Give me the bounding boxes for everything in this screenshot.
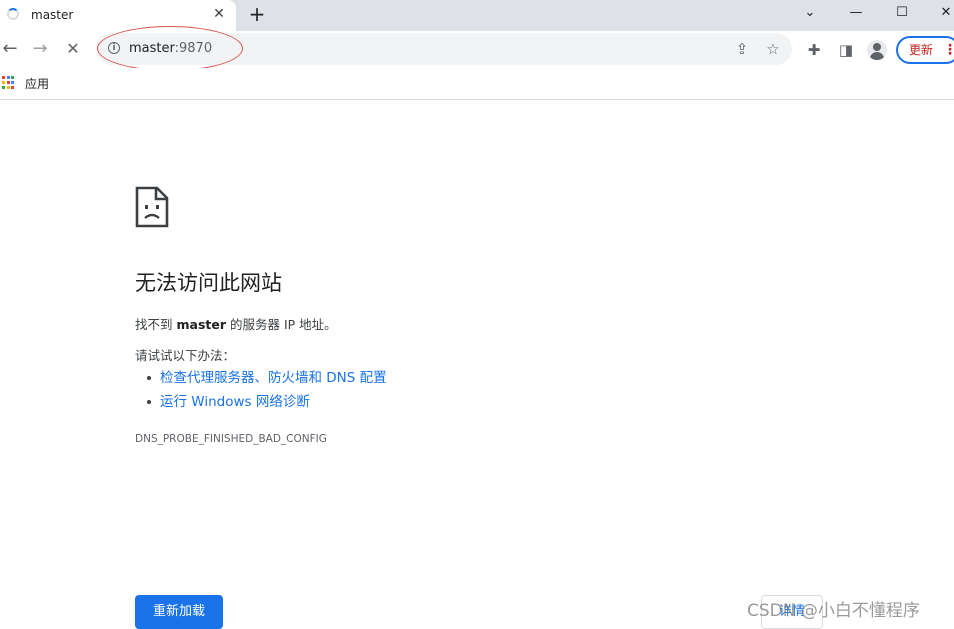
suggestions-heading: 请试试以下办法： xyxy=(135,348,236,363)
side-panel-icon[interactable]: ◨ xyxy=(835,39,857,61)
maximize-button[interactable]: ☐ xyxy=(882,0,922,28)
error-description: 找不到 master 的服务器 IP 地址。 xyxy=(135,314,337,333)
new-tab-button[interactable]: + xyxy=(245,3,269,27)
back-button[interactable]: ← xyxy=(0,36,23,62)
tab-close-icon[interactable]: ✕ xyxy=(209,4,229,24)
sad-page-icon xyxy=(135,186,169,228)
tab-strip: master ✕ + ⌄ — ☐ ✕ xyxy=(0,0,954,31)
bookmarks-bar: 应用 xyxy=(0,68,954,100)
apps-grid-icon[interactable] xyxy=(2,76,15,89)
close-window-button[interactable]: ✕ xyxy=(926,0,954,28)
browser-tab[interactable]: master ✕ xyxy=(0,0,236,31)
apps-grid-dot xyxy=(11,80,14,84)
apps-grid-dot xyxy=(2,76,5,79)
stop-loading-button[interactable]: ✕ xyxy=(60,36,86,62)
apps-grid-dot xyxy=(6,76,10,79)
extensions-icon[interactable]: ✚ xyxy=(803,39,825,61)
error-host: master xyxy=(176,317,227,332)
annotation-ellipse xyxy=(97,26,243,71)
apps-grid-dot xyxy=(2,80,5,84)
suggestion-check-proxy-link[interactable]: 检查代理服务器、防火墙和 DNS 配置 xyxy=(147,366,387,390)
error-desc-suffix: 的服务器 IP 地址。 xyxy=(226,317,337,332)
suggestions-list: 检查代理服务器、防火墙和 DNS 配置 运行 Windows 网络诊断 xyxy=(147,366,387,414)
update-label: 更新 xyxy=(909,43,934,57)
apps-grid-dot xyxy=(6,85,10,89)
profile-avatar-icon[interactable] xyxy=(867,40,887,60)
minimize-button[interactable]: — xyxy=(836,0,876,28)
forward-button[interactable]: → xyxy=(27,36,53,62)
loading-spinner-icon xyxy=(7,8,19,20)
watermark: CSDN @小白不懂程序 xyxy=(747,601,920,621)
error-desc-prefix: 找不到 xyxy=(135,317,177,332)
tab-search-button[interactable]: ⌄ xyxy=(790,0,830,28)
apps-bookmark[interactable]: 应用 xyxy=(25,75,49,92)
error-code: DNS_PROBE_FINISHED_BAD_CONFIG xyxy=(135,433,327,445)
error-title: 无法访问此网站 xyxy=(135,271,282,295)
apps-grid-dot xyxy=(11,85,14,89)
tab-title: master xyxy=(31,8,74,22)
apps-grid-dot xyxy=(11,76,14,79)
suggestion-network-diagnostics-link[interactable]: 运行 Windows 网络诊断 xyxy=(147,390,387,414)
menu-dots-icon[interactable]: ⋮ xyxy=(943,38,954,62)
apps-grid-dot xyxy=(6,80,10,84)
bookmark-star-icon[interactable]: ☆ xyxy=(763,39,783,59)
apps-grid-dot xyxy=(2,85,5,89)
update-button[interactable]: 更新 ⋮ xyxy=(896,36,954,64)
share-icon[interactable]: ⇪ xyxy=(732,39,752,59)
reload-button[interactable]: 重新加载 xyxy=(135,595,223,629)
